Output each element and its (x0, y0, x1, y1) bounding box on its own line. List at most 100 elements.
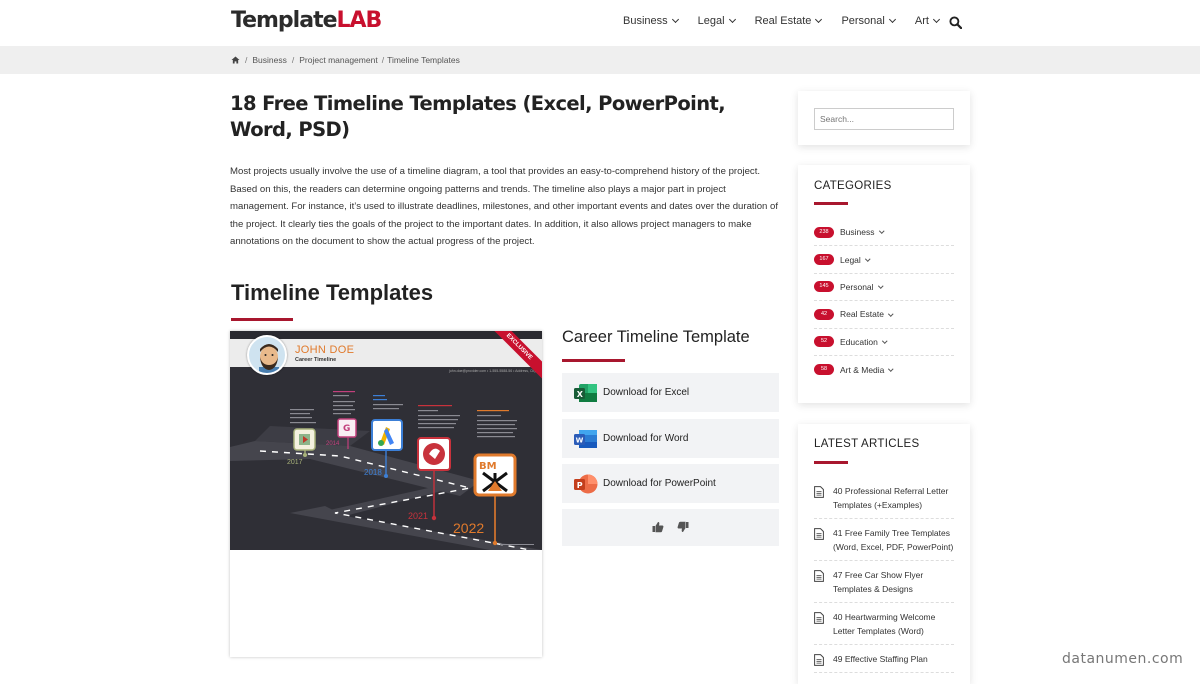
year-label: 2022 (453, 520, 485, 536)
breadcrumb-separator: / (245, 55, 248, 65)
thumbs-up-icon[interactable] (652, 521, 664, 533)
nav-label: Legal (697, 15, 725, 27)
category-label: Art & Media (840, 364, 885, 375)
count-badge: 42 (814, 308, 834, 320)
download-powerpoint-button[interactable]: P Download for PowerPoint (562, 464, 779, 503)
year-label: 2014 (326, 441, 340, 447)
ribbon-label: EXCLUSIVE (492, 331, 542, 381)
svg-text:P: P (577, 480, 583, 489)
chevron-down-icon (815, 15, 823, 24)
year-label: 2021 (408, 511, 429, 521)
nav-label: Art (914, 15, 929, 27)
logo-main: Template (231, 8, 338, 33)
template-preview[interactable]: G BM JOHN DOE Career Timeline john.doe@p… (230, 331, 542, 657)
count-badge: 167 (814, 254, 834, 266)
site-header: TemplateLAB Business Legal Real Estate P… (0, 0, 1200, 46)
category-item[interactable]: 58 Art & Media (814, 356, 954, 383)
article-title: 40 Professional Referral Letter Template… (833, 486, 949, 510)
category-label: Education (840, 336, 878, 347)
category-label: Business (840, 227, 875, 238)
year-label: 2017 (287, 459, 303, 466)
search-icon[interactable] (949, 16, 962, 29)
template-title-underline (562, 359, 625, 362)
breadcrumb-business[interactable]: Business (252, 55, 287, 65)
search-widget (798, 91, 970, 145)
chevron-down-icon[interactable] (878, 228, 884, 234)
nav-personal[interactable]: Personal (841, 15, 896, 27)
chevron-down-icon[interactable] (882, 338, 888, 344)
category-label: Personal (840, 281, 874, 292)
nav-label: Personal (841, 15, 885, 27)
article-list: 40 Professional Referral Letter Template… (814, 477, 954, 673)
download-label: Download for Excel (603, 387, 690, 398)
vote-bar (562, 509, 779, 546)
section-title: Timeline Templates (231, 280, 434, 305)
excel-icon: X (574, 383, 597, 402)
count-badge: 145 (814, 281, 834, 293)
count-badge: 238 (814, 226, 834, 238)
chevron-down-icon (888, 15, 896, 24)
intro-paragraph: Most projects usually involve the use of… (230, 166, 779, 248)
category-item[interactable]: 52 Education (814, 329, 954, 356)
breadcrumb-project-management[interactable]: Project management (299, 55, 377, 65)
nav-legal[interactable]: Legal (697, 15, 736, 27)
site-logo[interactable]: TemplateLAB (231, 8, 382, 33)
download-label: Download for PowerPoint (603, 478, 716, 489)
home-icon[interactable] (231, 56, 240, 64)
chevron-down-icon (728, 15, 736, 24)
category-list: 238 Business 167 Legal 145 Personal 42 Real … (814, 219, 954, 383)
chevron-down-icon[interactable] (888, 310, 894, 316)
search-input[interactable] (814, 108, 954, 130)
article-title: 47 Free Car Show Flyer Templates & Desig… (833, 570, 924, 594)
count-badge: 58 (814, 364, 834, 376)
chevron-down-icon (671, 15, 679, 24)
download-word-button[interactable]: W Download for Word (562, 419, 779, 458)
preview-name: JOHN DOE (295, 344, 355, 356)
breadcrumb-current: Timeline Templates (387, 55, 460, 65)
category-item[interactable]: 238 Business (814, 219, 954, 247)
main-nav: Business Legal Real Estate Personal Art (623, 15, 961, 27)
article-link[interactable]: 40 Professional Referral Letter Template… (814, 477, 954, 519)
nav-label: Business (623, 15, 668, 27)
chevron-down-icon[interactable] (865, 256, 871, 262)
latest-articles-title: LATEST ARTICLES (814, 438, 920, 450)
article-link[interactable]: 49 Effective Staffing Plan (814, 645, 954, 673)
article-link[interactable]: 41 Free Family Tree Templates (Word, Exc… (814, 519, 954, 561)
category-item[interactable]: 42 Real Estate (814, 301, 954, 329)
avatar (247, 335, 287, 375)
breadcrumb-separator: / (381, 55, 385, 65)
watermark: datanumen.com (1062, 651, 1184, 667)
category-item[interactable]: 145 Personal (814, 274, 954, 302)
exclusive-ribbon: EXCLUSIVE (492, 331, 542, 381)
page-title: 18 Free Timeline Templates (Excel, Power… (230, 92, 726, 141)
year-label: 2018 (364, 468, 382, 477)
svg-text:X: X (577, 389, 584, 398)
breadcrumb: / Business / Project management / Timeli… (231, 55, 460, 65)
download-label: Download for Word (603, 433, 689, 444)
chevron-down-icon (932, 15, 940, 24)
template-preview-image: G BM JOHN DOE Career Timeline john.doe@p… (230, 331, 542, 550)
article-link[interactable]: 40 Heartwarming Welcome Letter Templates… (814, 603, 954, 645)
chevron-down-icon[interactable] (877, 283, 883, 289)
category-item[interactable]: 167 Legal (814, 246, 954, 274)
document-icon (814, 486, 824, 498)
count-badge: 52 (814, 336, 834, 348)
breadcrumb-bar: / Business / Project management / Timeli… (0, 46, 1200, 74)
svg-text:G: G (343, 424, 350, 434)
article-link[interactable]: 47 Free Car Show Flyer Templates & Desig… (814, 561, 954, 603)
nav-real-estate[interactable]: Real Estate (755, 15, 823, 27)
nav-art[interactable]: Art (914, 15, 940, 27)
nav-business[interactable]: Business (623, 15, 679, 27)
document-icon (814, 570, 824, 582)
latest-articles-widget: LATEST ARTICLES 40 Professional Referral… (798, 424, 970, 684)
latest-articles-underline (814, 461, 848, 464)
categories-title: CATEGORIES (814, 180, 892, 192)
svg-text:W: W (576, 436, 584, 444)
article-title: 40 Heartwarming Welcome Letter Templates… (833, 612, 936, 636)
download-excel-button[interactable]: X Download for Excel (562, 373, 779, 412)
thumbs-down-icon[interactable] (677, 521, 689, 533)
chevron-down-icon[interactable] (888, 366, 894, 372)
template-title: Career Timeline Template (562, 328, 750, 346)
categories-widget: CATEGORIES 238 Business 167 Legal 145 Perso… (798, 165, 970, 403)
preview-subtitle: Career Timeline (295, 357, 337, 363)
